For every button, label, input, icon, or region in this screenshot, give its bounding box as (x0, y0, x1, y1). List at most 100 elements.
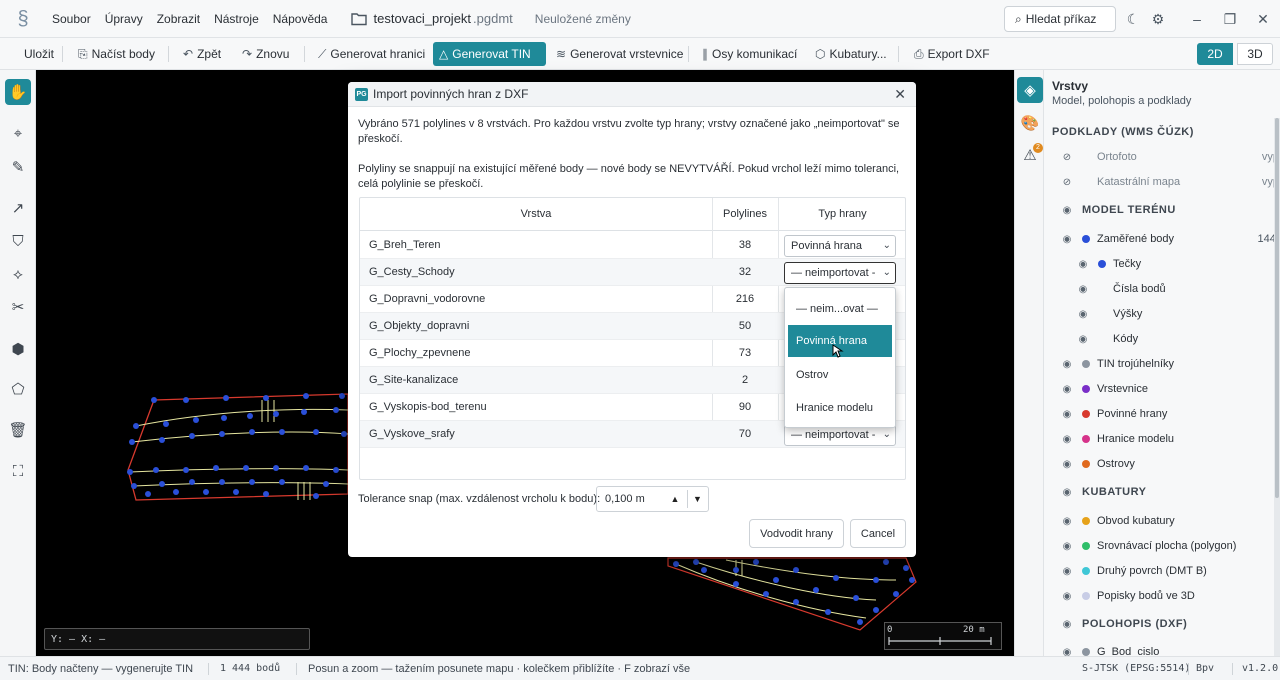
eye-icon[interactable]: ◉ (1060, 234, 1074, 245)
layers-icon[interactable]: ◈ (1017, 77, 1043, 103)
theme-toggle-icon[interactable]: ☾ (1124, 10, 1142, 28)
layer-povinne-hrany[interactable]: ◉Povinné hrany– (1060, 404, 1280, 424)
settings-gear-icon[interactable]: ⚙ (1149, 10, 1167, 28)
close-icon[interactable]: ✕ (894, 86, 906, 103)
maximize-icon[interactable]: ❐ (1221, 10, 1239, 28)
eye-icon[interactable]: ◉ (1060, 566, 1074, 577)
layer-ostrovy[interactable]: ◉Ostrovy– (1060, 454, 1280, 474)
menu-zobrazit[interactable]: Zobrazit (157, 12, 200, 26)
section-model-row[interactable]: ◉ MODEL TERÉNU (1060, 200, 1280, 220)
eye-icon[interactable]: ◉ (1060, 647, 1074, 657)
node-edit-icon[interactable]: ⟡ (5, 261, 31, 287)
layer-druhy-povrch[interactable]: ◉Druhý povrch (DMT B)– (1060, 561, 1280, 581)
layer-ortofoto[interactable]: ⊘ Ortofoto vyp. (1060, 147, 1280, 167)
menu-napoveda[interactable]: Nápověda (273, 12, 328, 26)
curve-tool-icon[interactable]: ↗ (5, 195, 31, 221)
generate-tin-button[interactable]: △ Generovat TIN (433, 42, 546, 66)
load-points-button[interactable]: ⎘ Načíst body (72, 42, 161, 66)
shield-tool-icon[interactable]: ⛉ (5, 228, 31, 254)
eye-icon[interactable]: ◉ (1060, 205, 1074, 216)
section-kubatury-row[interactable]: ◉ KUBATURY (1060, 482, 1280, 502)
crosshair-point-icon[interactable]: ⌖ (5, 120, 31, 146)
cancel-button[interactable]: Cancel (850, 519, 906, 548)
eye-icon[interactable]: ◉ (1060, 384, 1074, 395)
spin-up-icon[interactable]: ▲ (665, 490, 685, 508)
eye-icon[interactable]: ◉ (1076, 284, 1090, 295)
menu-upravy[interactable]: Úpravy (105, 12, 143, 26)
layer-katastr[interactable]: ⊘ Katastrální mapa vyp. (1060, 172, 1280, 192)
layer-tin[interactable]: ◉TIN trojúhelníky– (1060, 354, 1280, 374)
layer-kody[interactable]: ◉ Kódy (1076, 329, 1280, 349)
edge-type-select[interactable]: — neimportovat - ⌄ (784, 262, 896, 284)
layer-obvod-kubatury[interactable]: ◉Obvod kubatury– (1060, 511, 1280, 531)
edge-type-select[interactable]: Povinná hrana ⌄ (784, 235, 896, 257)
eye-icon[interactable]: ◉ (1060, 434, 1074, 445)
layer-zamerene-body[interactable]: ◉ Zaměřené body 1444 (1060, 229, 1280, 249)
polygon-draw-icon[interactable]: ⬠ (5, 376, 31, 402)
road-axes-button[interactable]: ∥ Osy komunikací (696, 42, 803, 66)
dropdown-option[interactable]: — neim...ovat — (788, 293, 892, 325)
pan-hand-icon[interactable]: ✋ (5, 79, 31, 105)
eye-icon[interactable]: ◉ (1060, 487, 1074, 498)
layer-vrstevnice[interactable]: ◉Vrstevnice– (1060, 379, 1280, 399)
confirm-button[interactable]: Vodvodit hrany (749, 519, 844, 548)
status-divider (296, 663, 297, 675)
toolbar-divider (62, 46, 63, 62)
generate-boundary-button[interactable]: ⟋ Generovat hranici (312, 42, 431, 66)
chevron-down-icon: ⌄ (882, 267, 891, 278)
dropdown-option[interactable]: Hranice modelu (788, 392, 892, 424)
layer-vysky[interactable]: ◉ Výšky (1076, 304, 1280, 324)
layer-srovnavaci-plocha[interactable]: ◉Srovnávací plocha (polygon)– (1060, 536, 1280, 556)
brush-icon[interactable]: ✎ (5, 154, 31, 180)
trash-icon[interactable]: 🗑 (5, 417, 31, 443)
command-search-button[interactable]: ⌕ Hledat příkaz (1004, 6, 1116, 32)
fit-extent-icon[interactable]: ⛶ (5, 458, 31, 484)
layer-g-bod-cislo[interactable]: ◉G_Bod_cislo– (1060, 642, 1280, 656)
eye-icon[interactable]: ◉ (1076, 334, 1090, 345)
palette-icon[interactable]: 🎨 (1017, 110, 1043, 136)
save-button[interactable]: Uložit (18, 42, 60, 66)
generate-contours-button[interactable]: ≋ Generovat vrstevnice (550, 42, 689, 66)
scrollbar-thumb[interactable] (1275, 118, 1279, 498)
panel-scrollbar[interactable] (1274, 118, 1280, 656)
eye-icon[interactable]: ◉ (1060, 409, 1074, 420)
minimize-icon[interactable]: – (1188, 10, 1206, 28)
eye-icon[interactable]: ◉ (1060, 541, 1074, 552)
spin-down-icon[interactable]: ▼ (687, 490, 707, 508)
volumes-button[interactable]: ⬡ Kubatury... (809, 42, 893, 66)
eye-icon[interactable]: ◉ (1076, 309, 1090, 320)
scissors-icon[interactable]: ✂ (5, 294, 31, 320)
eye-off-icon[interactable]: ⊘ (1060, 177, 1074, 188)
eye-icon[interactable]: ◉ (1076, 259, 1090, 270)
view-3d-button[interactable]: 3D (1237, 43, 1273, 65)
warning-icon[interactable]: ⚠ 2 (1017, 142, 1043, 168)
export-dxf-button[interactable]: ⎙ Export DXF (908, 42, 996, 66)
generate-tin-label: Generovat TIN (452, 47, 531, 61)
layer-cisla-bodu[interactable]: ◉ Čísla bodů (1076, 279, 1280, 299)
menu-soubor[interactable]: Soubor (52, 12, 91, 26)
eye-icon[interactable]: ◉ (1060, 359, 1074, 370)
eye-icon[interactable]: ◉ (1060, 459, 1074, 470)
status-divider (1232, 663, 1233, 675)
waves-icon: ≋ (556, 47, 567, 61)
status-points: 1 444 bodů (220, 663, 281, 674)
dropdown-option[interactable]: Ostrov (788, 359, 892, 391)
layer-hranice-modelu[interactable]: ◉Hranice modelu1 (1060, 429, 1280, 449)
view-2d-button[interactable]: 2D (1197, 43, 1233, 65)
layer-popisky-3d[interactable]: ◉Popisky bodů ve 3D– (1060, 586, 1280, 606)
magic-wand-icon: ⟋ (318, 46, 327, 61)
eye-off-icon[interactable]: ⊘ (1060, 152, 1074, 163)
close-window-icon[interactable]: ✕ (1254, 10, 1272, 28)
save-label: Uložit (24, 47, 55, 61)
eye-icon[interactable]: ◉ (1060, 619, 1074, 630)
eye-icon[interactable]: ◉ (1060, 591, 1074, 602)
eye-icon[interactable]: ◉ (1060, 516, 1074, 527)
section-polohopis-row[interactable]: ◉ POLOHOPIS (DXF) (1060, 614, 1280, 634)
redo-button[interactable]: ↷ Znovu (236, 42, 295, 66)
toolbar: Uložit ⎘ Načíst body ↶ Zpět ↷ Znovu ⟋ Genero… (0, 38, 1280, 70)
tolerance-input[interactable]: 0,100 m ▲ ▼ (596, 486, 709, 512)
polygon-settings-icon[interactable]: ⬢ (5, 336, 31, 362)
menu-nastroje[interactable]: Nástroje (214, 12, 259, 26)
layer-tecky[interactable]: ◉ Tečky (1076, 254, 1280, 274)
undo-button[interactable]: ↶ Zpět (177, 42, 227, 66)
